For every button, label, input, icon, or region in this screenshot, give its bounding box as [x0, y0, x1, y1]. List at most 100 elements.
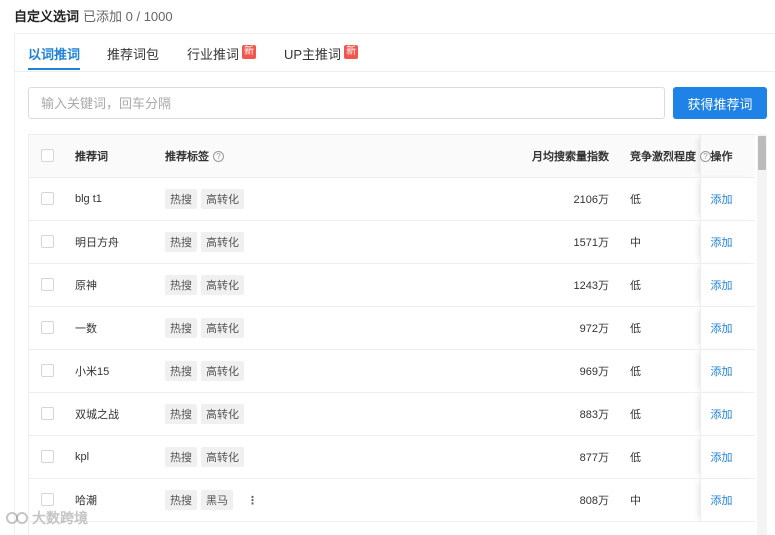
volume-cell: 969万: [429, 349, 609, 393]
row-select-cell: [29, 349, 75, 393]
add-keyword-link[interactable]: 添加: [711, 323, 733, 335]
header-select-all: [29, 135, 75, 178]
table-row: 双城之战 热搜 高转化 883万 低 添加: [29, 392, 755, 436]
operation-cell: 添加: [699, 306, 755, 350]
add-keyword-link[interactable]: 添加: [711, 280, 733, 292]
row-checkbox[interactable]: [41, 493, 54, 506]
operation-cell: 添加: [699, 435, 755, 479]
row-checkbox[interactable]: [41, 450, 54, 463]
row-checkbox[interactable]: [41, 235, 54, 248]
add-keyword-link[interactable]: 添加: [711, 237, 733, 249]
keyword-cell: 双城之战: [75, 392, 165, 436]
header-tags-label: 推荐标签: [165, 150, 209, 163]
table-row: kpl 热搜 高转化 877万 低 添加: [29, 435, 755, 479]
volume-cell: 1571万: [429, 220, 609, 264]
keyword-cell: 小米15: [75, 349, 165, 393]
recommend-tag: 热搜: [165, 231, 197, 252]
tab-label: 行业推词: [187, 47, 240, 62]
recommend-tag: 高转化: [201, 231, 244, 252]
keyword-search-input[interactable]: [28, 87, 665, 119]
header-volume: 月均搜索量指数: [429, 135, 609, 178]
tab-industry[interactable]: 行业推词 新: [187, 44, 257, 70]
new-badge: 新: [344, 45, 359, 59]
volume-cell: 808万: [429, 478, 609, 522]
recommend-tag: 热搜: [165, 403, 197, 424]
recommend-tag: 高转化: [201, 360, 244, 381]
recommend-tag: 热搜: [165, 274, 197, 295]
table-scrollbar[interactable]: [757, 134, 767, 535]
row-checkbox[interactable]: [41, 192, 54, 205]
volume-cell: 2106万: [429, 177, 609, 221]
row-checkbox[interactable]: [41, 407, 54, 420]
added-count: 已添加 0 / 1000: [83, 8, 173, 24]
table-row: 明日方舟 热搜 高转化 1571万 中 添加: [29, 220, 755, 264]
operation-cell: 添加: [699, 478, 755, 522]
recommend-tag: 高转化: [201, 317, 244, 338]
operation-cell: 添加: [699, 392, 755, 436]
row-select-cell: [29, 220, 75, 264]
row-checkbox[interactable]: [41, 278, 54, 291]
question-circle-icon[interactable]: ?: [700, 151, 711, 163]
recommend-tag: 热搜: [165, 360, 197, 381]
tags-cell: 热搜 高转化: [165, 349, 429, 393]
operation-cell: 添加: [699, 220, 755, 264]
recommend-tag: 黑马: [201, 489, 233, 510]
tab-bar: 以词推词 推荐词包 行业推词 新 UP主推词 新: [15, 34, 775, 72]
add-keyword-link[interactable]: 添加: [711, 409, 733, 421]
tags-cell: 热搜 高转化: [165, 177, 429, 221]
tags-cell: 热搜 高转化: [165, 220, 429, 264]
tags-cell: 热搜 高转化: [165, 392, 429, 436]
page-title: 自定义选词: [14, 8, 80, 24]
table-body: blg t1 热搜 高转化 2106万 低 添加 明日方舟 热搜 高转化 1571万…: [29, 177, 755, 522]
tab-recommended-packs[interactable]: 推荐词包: [107, 44, 159, 70]
row-checkbox[interactable]: [41, 321, 54, 334]
table-row: 小米15 热搜 高转化 969万 低 添加: [29, 349, 755, 393]
add-keyword-link[interactable]: 添加: [711, 366, 733, 378]
table-row: 哈潮 热搜 黑马 ⋮ 808万 中 添加: [29, 478, 755, 522]
row-select-cell: [29, 177, 75, 221]
row-select-cell: [29, 306, 75, 350]
tab-label: 推荐词包: [107, 47, 160, 62]
row-select-cell: [29, 263, 75, 307]
scrollbar-thumb[interactable]: [758, 136, 766, 170]
recommend-tag: 高转化: [201, 188, 244, 209]
question-circle-icon[interactable]: ?: [213, 151, 224, 163]
competition-cell: 中: [609, 478, 700, 522]
table-row: blg t1 热搜 高转化 2106万 低 添加: [29, 177, 755, 221]
tags-cell: 热搜 高转化: [165, 263, 429, 307]
select-all-checkbox[interactable]: [41, 149, 54, 163]
competition-cell: 低: [609, 263, 700, 307]
keyword-panel: 以词推词 推荐词包 行业推词 新 UP主推词 新 获得推荐词 推荐词: [14, 33, 775, 535]
recommend-tag: 高转化: [201, 274, 244, 295]
get-recommendations-button[interactable]: 获得推荐词: [673, 87, 767, 119]
recommend-tag: 热搜: [165, 489, 197, 510]
recommend-tag: 高转化: [201, 446, 244, 467]
watermark-logo-icon: [6, 512, 28, 524]
add-keyword-link[interactable]: 添加: [711, 194, 733, 206]
competition-cell: 中: [609, 220, 700, 264]
tags-cell: 热搜 高转化: [165, 435, 429, 479]
row-checkbox[interactable]: [41, 364, 54, 377]
header-word: 推荐词: [75, 135, 165, 178]
recommend-tag: 高转化: [201, 403, 244, 424]
keyword-cell: 原神: [75, 263, 165, 307]
more-vertical-icon[interactable]: ⋮: [247, 494, 258, 507]
competition-cell: 低: [609, 349, 700, 393]
row-select-cell: [29, 392, 75, 436]
volume-cell: 1243万: [429, 263, 609, 307]
tab-word-to-word[interactable]: 以词推词: [28, 44, 81, 70]
header-tags: 推荐标签?: [165, 135, 429, 178]
tab-label: UP主推词: [284, 47, 342, 62]
keyword-cell: blg t1: [75, 177, 165, 221]
add-keyword-link[interactable]: 添加: [711, 452, 733, 464]
tab-up-creator[interactable]: UP主推词 新: [284, 44, 359, 70]
table-row: 一数 热搜 高转化 972万 低 添加: [29, 306, 755, 350]
keyword-cell: 哈潮: [75, 478, 165, 522]
tags-cell: 热搜 高转化: [165, 306, 429, 350]
volume-cell: 972万: [429, 306, 609, 350]
row-select-cell: [29, 435, 75, 479]
operation-cell: 添加: [699, 349, 755, 393]
competition-cell: 低: [609, 392, 700, 436]
add-keyword-link[interactable]: 添加: [711, 495, 733, 507]
watermark: 大数跨境: [6, 508, 88, 528]
